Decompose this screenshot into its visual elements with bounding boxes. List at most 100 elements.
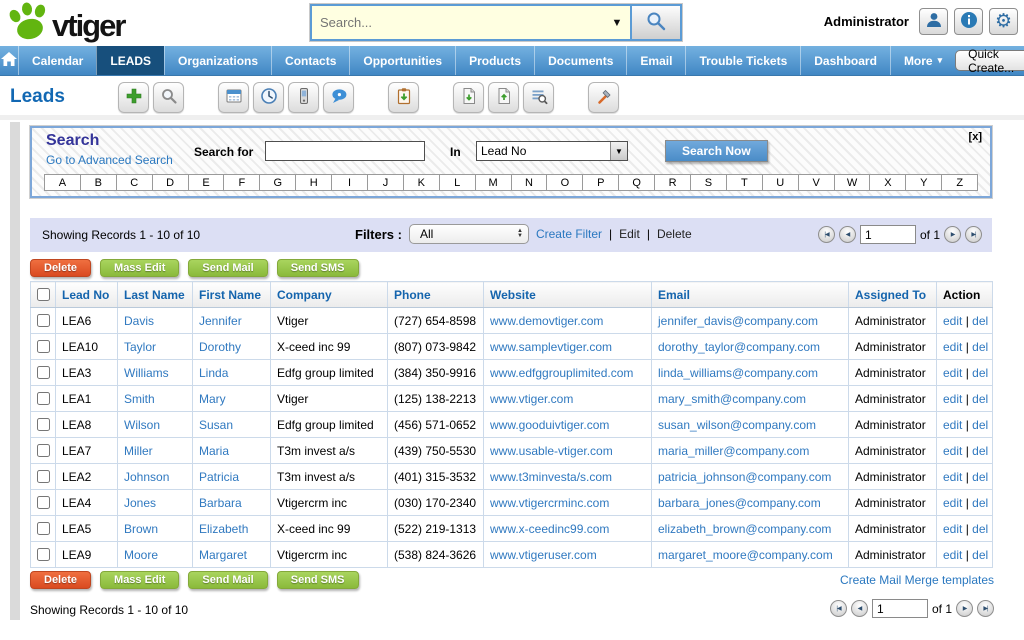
- select-all-checkbox[interactable]: [37, 288, 50, 301]
- del-link[interactable]: del: [972, 418, 988, 432]
- del-link[interactable]: del: [972, 366, 988, 380]
- cell-website[interactable]: www.samplevtiger.com: [484, 334, 652, 360]
- cell-email[interactable]: dorothy_taylor@company.com: [652, 334, 849, 360]
- global-search-button[interactable]: [630, 6, 680, 39]
- cell-last-name[interactable]: Miller: [118, 438, 193, 464]
- edit-link[interactable]: edit: [943, 548, 962, 562]
- cell-email[interactable]: susan_wilson@company.com: [652, 412, 849, 438]
- cell-email[interactable]: mary_smith@company.com: [652, 386, 849, 412]
- phone-button[interactable]: [288, 82, 319, 113]
- cell-first-name[interactable]: Patricia: [193, 464, 271, 490]
- send-mail-button[interactable]: Send Mail: [188, 571, 267, 589]
- cell-website[interactable]: www.usable-vtiger.com: [484, 438, 652, 464]
- cell-email[interactable]: jennifer_davis@company.com: [652, 308, 849, 334]
- edit-link[interactable]: edit: [943, 340, 962, 354]
- del-link[interactable]: del: [972, 314, 988, 328]
- cell-first-name[interactable]: Dorothy: [193, 334, 271, 360]
- edit-link[interactable]: edit: [943, 418, 962, 432]
- send-sms-button[interactable]: Send SMS: [277, 571, 359, 589]
- search-now-button[interactable]: Search Now: [665, 140, 768, 162]
- cell-last-name[interactable]: Smith: [118, 386, 193, 412]
- search-leads-button[interactable]: [153, 82, 184, 113]
- quick-create-select[interactable]: Quick Create... ▲▼: [955, 50, 1024, 71]
- column-header-email[interactable]: Email: [652, 282, 849, 308]
- cell-email[interactable]: barbara_jones@company.com: [652, 490, 849, 516]
- row-checkbox[interactable]: [37, 392, 50, 405]
- del-link[interactable]: del: [972, 392, 988, 406]
- nav-tab-organizations[interactable]: Organizations: [164, 46, 271, 75]
- edit-link[interactable]: edit: [943, 496, 962, 510]
- alphabet-B[interactable]: B: [80, 174, 117, 191]
- add-lead-button[interactable]: [118, 82, 149, 113]
- clock-button[interactable]: [253, 82, 284, 113]
- first-page-button[interactable]: |◀: [818, 226, 835, 243]
- alphabet-R[interactable]: R: [654, 174, 691, 191]
- column-header-last-name[interactable]: Last Name: [118, 282, 193, 308]
- alphabet-V[interactable]: V: [798, 174, 835, 191]
- page-input[interactable]: [872, 599, 928, 618]
- row-checkbox[interactable]: [37, 496, 50, 509]
- edit-link[interactable]: edit: [943, 314, 962, 328]
- cell-first-name[interactable]: Elizabeth: [193, 516, 271, 542]
- cell-website[interactable]: www.x-ceedinc99.com: [484, 516, 652, 542]
- chat-button[interactable]: [323, 82, 354, 113]
- del-link[interactable]: del: [972, 548, 988, 562]
- create-filter-link[interactable]: Create Filter: [536, 227, 602, 241]
- cell-last-name[interactable]: Jones: [118, 490, 193, 516]
- cell-first-name[interactable]: Jennifer: [193, 308, 271, 334]
- row-checkbox[interactable]: [37, 314, 50, 327]
- search-dropdown-arrow-icon[interactable]: ▼: [604, 6, 630, 39]
- cell-website[interactable]: www.vtigeruser.com: [484, 542, 652, 568]
- cell-website[interactable]: www.demovtiger.com: [484, 308, 652, 334]
- cell-first-name[interactable]: Mary: [193, 386, 271, 412]
- alphabet-T[interactable]: T: [726, 174, 763, 191]
- row-checkbox[interactable]: [37, 444, 50, 457]
- send-sms-button[interactable]: Send SMS: [277, 259, 359, 277]
- delete-filter-link[interactable]: Delete: [657, 227, 692, 241]
- cell-website[interactable]: www.edfggrouplimited.com: [484, 360, 652, 386]
- nav-tab-documents[interactable]: Documents: [534, 46, 626, 75]
- del-link[interactable]: del: [972, 496, 988, 510]
- row-checkbox[interactable]: [37, 548, 50, 561]
- column-header-website[interactable]: Website: [484, 282, 652, 308]
- nav-tab-calendar[interactable]: Calendar: [18, 46, 96, 75]
- cell-website[interactable]: www.vtiger.com: [484, 386, 652, 412]
- alphabet-E[interactable]: E: [188, 174, 225, 191]
- alphabet-N[interactable]: N: [511, 174, 548, 191]
- cell-email[interactable]: patricia_johnson@company.com: [652, 464, 849, 490]
- row-checkbox[interactable]: [37, 340, 50, 353]
- alphabet-D[interactable]: D: [152, 174, 189, 191]
- row-checkbox[interactable]: [37, 366, 50, 379]
- prev-page-button[interactable]: ◀: [839, 226, 856, 243]
- alphabet-A[interactable]: A: [44, 174, 81, 191]
- alphabet-X[interactable]: X: [869, 174, 906, 191]
- alphabet-K[interactable]: K: [403, 174, 440, 191]
- alphabet-J[interactable]: J: [367, 174, 404, 191]
- column-header-company[interactable]: Company: [271, 282, 388, 308]
- cell-email[interactable]: margaret_moore@company.com: [652, 542, 849, 568]
- cell-website[interactable]: www.gooduivtiger.com: [484, 412, 652, 438]
- cell-email[interactable]: linda_williams@company.com: [652, 360, 849, 386]
- nav-tab-opportunities[interactable]: Opportunities: [349, 46, 455, 75]
- delete-button[interactable]: Delete: [30, 259, 91, 277]
- cell-first-name[interactable]: Susan: [193, 412, 271, 438]
- alphabet-L[interactable]: L: [439, 174, 476, 191]
- clipboard-button[interactable]: [388, 82, 419, 113]
- alphabet-F[interactable]: F: [223, 174, 260, 191]
- column-header-lead-no[interactable]: Lead No: [56, 282, 118, 308]
- cell-first-name[interactable]: Margaret: [193, 542, 271, 568]
- global-search-input[interactable]: [312, 6, 604, 39]
- cell-last-name[interactable]: Wilson: [118, 412, 193, 438]
- cell-website[interactable]: www.t3minvesta/s.com: [484, 464, 652, 490]
- nav-tab-home[interactable]: [0, 46, 18, 75]
- find-duplicates-button[interactable]: [523, 82, 554, 113]
- last-page-button[interactable]: ▶|: [965, 226, 982, 243]
- mass-edit-button[interactable]: Mass Edit: [100, 571, 179, 589]
- cell-last-name[interactable]: Johnson: [118, 464, 193, 490]
- edit-link[interactable]: edit: [943, 392, 962, 406]
- alphabet-Q[interactable]: Q: [618, 174, 655, 191]
- cell-first-name[interactable]: Barbara: [193, 490, 271, 516]
- alphabet-P[interactable]: P: [582, 174, 619, 191]
- nav-tab-leads[interactable]: LEADS: [96, 46, 164, 75]
- nav-tab-dashboard[interactable]: Dashboard: [800, 46, 890, 75]
